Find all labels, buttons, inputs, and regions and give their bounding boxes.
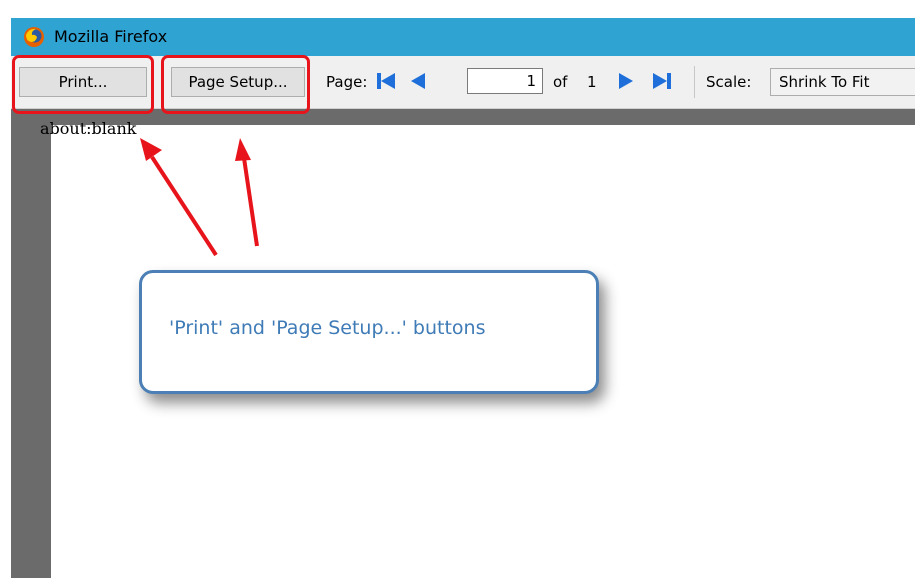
annotation-callout: 'Print' and 'Page Setup...' buttons [139, 270, 599, 394]
first-page-icon[interactable] [375, 70, 397, 92]
window-title: Mozilla Firefox [54, 27, 168, 46]
page-label: Page: [326, 73, 368, 91]
page-setup-button-highlight [161, 55, 310, 114]
toolbar-separator [694, 66, 695, 98]
title-bar: Mozilla Firefox [11, 18, 915, 56]
scale-select[interactable]: Shrink To Fit [770, 68, 915, 96]
of-label: of [553, 73, 568, 91]
scale-label: Scale: [706, 73, 752, 91]
print-button-highlight [12, 55, 154, 114]
firefox-logo [24, 27, 44, 47]
last-page-icon[interactable] [651, 70, 673, 92]
total-pages: 1 [587, 73, 597, 91]
next-page-icon[interactable] [615, 70, 637, 92]
page-number-input[interactable]: 1 [467, 68, 543, 94]
page-header-text: about:blank [40, 119, 137, 138]
prev-page-icon[interactable] [407, 70, 429, 92]
callout-text: 'Print' and 'Page Setup...' buttons [169, 317, 486, 339]
